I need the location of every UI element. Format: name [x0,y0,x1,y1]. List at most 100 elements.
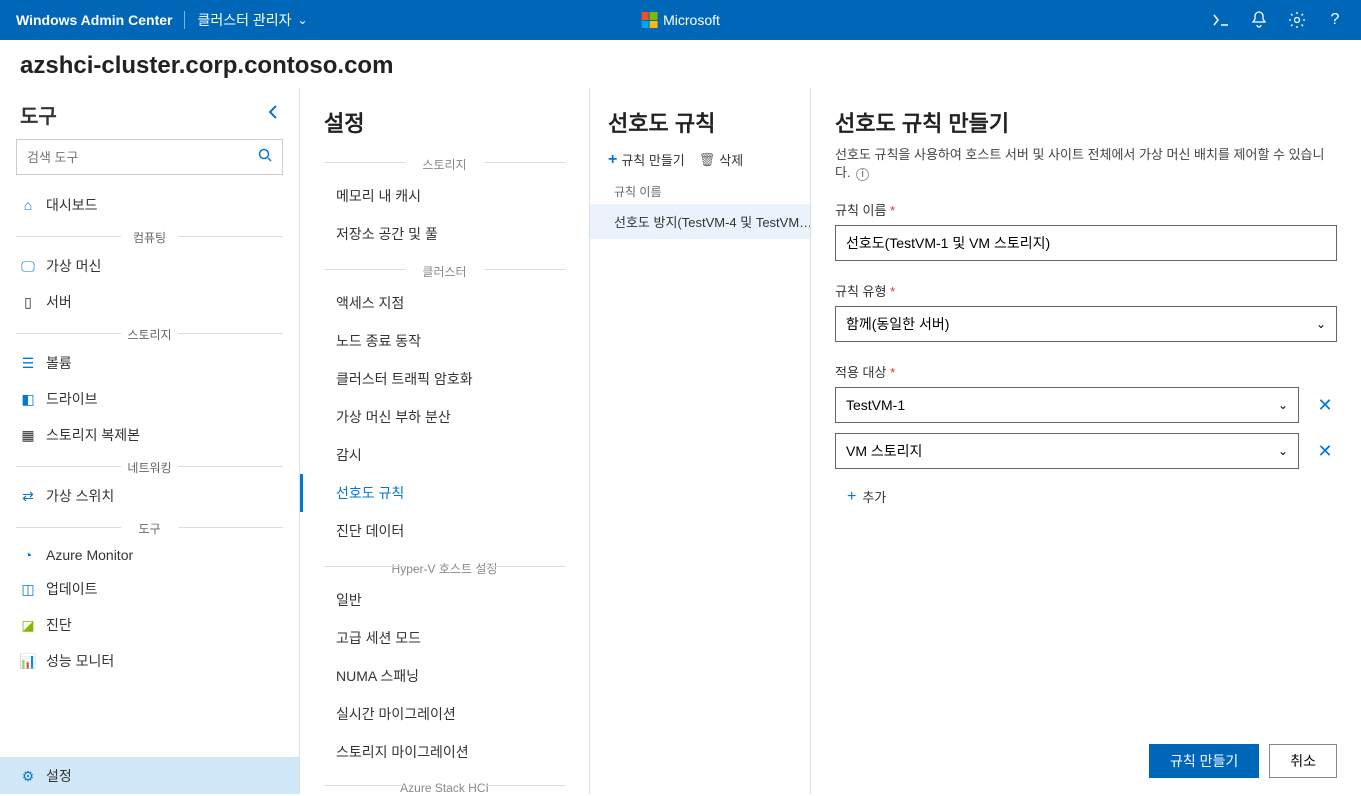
microsoft-logo-icon [641,12,657,28]
create-rule-submit-button[interactable]: 규칙 만들기 [1149,744,1259,778]
settings-group-cluster: 클러스터 [300,253,589,284]
nav-label: 스토리지 복제본 [46,425,140,445]
settings-nav: 설정 스토리지 메모리 내 캐시 저장소 공간 및 풀 클러스터 액세스 지점 … [300,88,590,794]
switch-icon: ⇄ [20,488,36,504]
cluster-header: azshci-cluster.corp.contoso.com [0,40,1361,88]
azure-icon: ◔ [20,547,36,563]
nav-updates[interactable]: ◫ 업데이트 [0,571,299,607]
settings-item[interactable]: 메모리 내 캐시 [300,177,589,215]
settings-item[interactable]: 진단 데이터 [300,512,589,550]
create-rule-button[interactable]: +규칙 만들기 [608,150,685,169]
rule-name-input[interactable] [835,225,1337,261]
select-value: 함께(동일한 서버) [846,314,949,334]
notifications-icon[interactable] [1249,10,1269,30]
target-label: 적용 대상 * [835,362,1337,381]
nav-label: 성능 모니터 [46,651,114,671]
rule-row[interactable]: 선호도 방지(TestVM-4 및 TestVM… [590,204,810,239]
settings-item[interactable]: 스토리지 마이그레이션 [300,733,589,771]
nav-vm[interactable]: 🖵가상 머신 [0,248,299,284]
divider [184,11,185,29]
nav-diagnostics[interactable]: ◪ 진단 [0,607,299,643]
settings-item[interactable]: 고급 세션 모드 [300,619,589,657]
settings-gear-icon[interactable] [1287,10,1307,30]
cancel-button[interactable]: 취소 [1269,744,1337,778]
group-compute: 컴퓨팅 [0,223,299,248]
info-icon[interactable]: i [856,168,869,181]
nav-dashboard[interactable]: ⌂ 대시보드 [0,187,299,223]
app-title: Windows Admin Center [16,12,172,28]
chevron-down-icon: ⌄ [1278,398,1288,412]
nav-settings[interactable]: ⚙ 설정 [0,758,299,794]
tools-sidebar: 도구 ⌂대시보드 컴퓨팅 🖵가상 머신 ▯서버 스토리지 ☰볼륨 ◧드라이브 ▦… [0,88,300,794]
panel-title: 선호도 규칙 만들기 [835,106,1337,138]
context-switcher[interactable]: 클러스터 관리자 ⌄ [197,10,307,30]
diag-icon: ◪ [20,617,36,633]
nav-drives[interactable]: ◧ 드라이브 [0,381,299,417]
settings-item[interactable]: 일반 [300,581,589,619]
settings-title: 설정 [300,106,589,146]
gear-icon: ⚙ [20,768,36,784]
settings-item[interactable]: 실시간 마이그레이션 [300,695,589,733]
nav-servers[interactable]: ▯ 서버 [0,284,299,320]
plus-icon: + [847,488,856,506]
settings-item-affinity[interactable]: 선호도 규칙 [300,474,589,512]
trash-icon: 🗑 [699,152,716,168]
nav-label: 업데이트 [46,579,98,599]
select-value: TestVM-1 [846,397,905,413]
brand: Microsoft [641,12,720,28]
select-value: VM 스토리지 [846,441,922,461]
settings-item[interactable]: 액세스 지점 [300,284,589,322]
drive-icon: ◧ [20,391,36,407]
search-icon [258,148,272,167]
chart-icon: 📊 [20,653,36,669]
settings-item[interactable]: 저장소 공간 및 풀 [300,215,589,253]
server-icon: ▯ [20,294,36,310]
replica-icon: ▦ [20,427,36,443]
settings-item[interactable]: 감시 [300,436,589,474]
target-select-1[interactable]: TestVM-1 ⌄ [835,387,1299,423]
nav-azure-monitor[interactable]: ◔Azure Monitor [0,539,299,571]
nav-label: 대시보드 [46,195,98,215]
cloudshell-icon[interactable] [1211,10,1231,30]
context-label: 클러스터 관리자 [197,10,291,30]
nav-label: 설정 [46,766,72,786]
nav-label: 드라이브 [46,389,98,409]
add-target-button[interactable]: + 추가 [847,487,1337,506]
sidebar-title: 도구 [20,100,57,129]
add-label: 추가 [862,487,886,506]
group-tools: 도구 [0,514,299,539]
help-icon[interactable]: ? [1325,10,1345,30]
settings-group-hyperv: Hyper-V 호스트 설정 [300,550,589,581]
remove-target-button[interactable]: ✕ [1313,395,1337,416]
nav-label: 가상 스위치 [46,486,114,506]
target-select-2[interactable]: VM 스토리지 ⌄ [835,433,1299,469]
nav-label: 볼륨 [46,353,72,373]
nav-storage-replica[interactable]: ▦ 스토리지 복제본 [0,417,299,453]
settings-item[interactable]: 노드 종료 동작 [300,322,589,360]
name-label: 규칙 이름 * [835,200,1337,219]
settings-item[interactable]: 클러스터 트래픽 암호화 [300,360,589,398]
chevron-down-icon: ⌄ [1278,444,1288,458]
settings-group-ashci: Azure Stack HCI [300,771,589,794]
panel-desc: 선호도 규칙을 사용하여 호스트 서버 및 사이트 전체에서 가상 머신 배치를… [835,146,1337,182]
nav-label: 서버 [46,292,72,312]
remove-target-button[interactable]: ✕ [1313,441,1337,462]
btn-label: 규칙 만들기 [621,150,684,169]
update-icon: ◫ [20,581,36,597]
desc-text: 선호도 규칙을 사용하여 호스트 서버 및 사이트 전체에서 가상 머신 배치를… [835,147,1324,180]
settings-item[interactable]: 가상 머신 부하 분산 [300,398,589,436]
rules-title: 선호도 규칙 [590,106,810,150]
nav-label: 진단 [46,615,72,635]
nav-vswitch[interactable]: ⇄ 가상 스위치 [0,478,299,514]
settings-item[interactable]: NUMA 스패닝 [300,657,589,695]
rules-list: 선호도 규칙 +규칙 만들기 🗑삭제 규칙 이름 선호도 방지(TestVM-4… [590,88,810,794]
delete-rule-button[interactable]: 🗑삭제 [699,150,743,169]
type-label: 규칙 유형 * [835,281,1337,300]
nav-perfmon[interactable]: 📊 성능 모니터 [0,643,299,679]
search-tools-input[interactable] [16,139,283,175]
nav-volumes[interactable]: ☰볼륨 [0,345,299,381]
rule-type-select[interactable]: 함께(동일한 서버) ⌄ [835,306,1337,342]
home-icon: ⌂ [20,197,36,213]
collapse-sidebar-button[interactable] [267,105,279,124]
search-input-field[interactable] [27,150,258,165]
